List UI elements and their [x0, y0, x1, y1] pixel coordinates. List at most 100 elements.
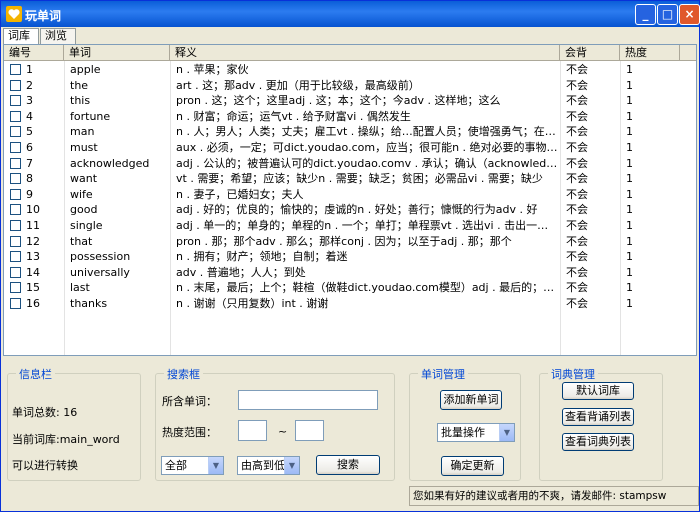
- row-checkbox[interactable]: [10, 64, 21, 75]
- cell-known: 不会: [566, 156, 588, 170]
- row-checkbox[interactable]: [10, 173, 21, 185]
- cell-word: fortune: [70, 109, 111, 123]
- table-row[interactable]: 16 thanks n . 谢谢（只用复数）int . 谢谢 不会 1: [4, 296, 696, 312]
- table-row[interactable]: 9 wife n . 妻子，已婚妇女；夫人 不会 1: [4, 187, 696, 203]
- range-tilde: ~: [278, 425, 288, 438]
- cell-known: 不会: [566, 172, 588, 186]
- tab-wordbank[interactable]: 词库: [3, 28, 39, 45]
- cell-known: 不会: [566, 125, 588, 139]
- title-bar[interactable]: 玩单词 _ □ ×: [1, 1, 700, 27]
- cell-meaning: n . 财富；命运；运气vt . 给予财富vi . 偶然发生: [176, 109, 411, 123]
- confirm-update-button[interactable]: 确定更新: [441, 456, 504, 476]
- info-panel-title: 信息栏: [16, 366, 55, 382]
- status-bar: 您如果有好的建议或者用的不爽，请发邮件: stampsw: [409, 486, 699, 506]
- heat-range-label: 热度范围：: [162, 426, 217, 439]
- maximize-button[interactable]: □: [657, 4, 678, 25]
- minimize-button[interactable]: _: [635, 4, 656, 25]
- table-row[interactable]: 6 must aux . 必须，一定；可dict.youdao.com，应当；很可能…: [4, 140, 696, 156]
- row-checkbox[interactable]: [10, 110, 21, 122]
- row-checkbox[interactable]: [10, 157, 21, 169]
- batch-operation-value: 批量操作: [441, 426, 485, 439]
- cell-meaning: pron . 这；这个；这里adj . 这；本；这个；今adv . 这样地；这么: [176, 94, 501, 108]
- cell-word: last: [70, 281, 90, 295]
- dict-manage-panel-title: 词典管理: [548, 366, 598, 382]
- table-row[interactable]: 3 this pron . 这；这个；这里adj . 这；本；这个；今adv . 这…: [4, 93, 696, 109]
- cell-id: 6: [26, 141, 33, 154]
- word-table[interactable]: 编号 单词 释义 会背 热度 1 apple n . 苹果；家伙 不会 1 2 the art…: [3, 44, 697, 356]
- cell-known: 不会: [566, 94, 588, 108]
- cell-id: 2: [26, 78, 33, 92]
- order-select[interactable]: 由高到低 ▼: [237, 456, 300, 475]
- header-id[interactable]: 编号: [4, 45, 64, 61]
- search-button[interactable]: 搜索: [316, 455, 380, 475]
- header-meaning[interactable]: 释义: [170, 45, 560, 61]
- table-row[interactable]: 7 acknowledged adj . 公认的；被普遍认可的dict.youdao…: [4, 156, 696, 172]
- row-checkbox[interactable]: [10, 235, 21, 247]
- cell-meaning: n . 妻子，已婚妇女；夫人: [176, 187, 304, 201]
- row-checkbox[interactable]: [10, 188, 21, 200]
- app-window: 玩单词 _ □ × 词库 浏览 编号 单词 释义 会背 热度 1 apple n .…: [0, 0, 700, 512]
- word-filter-input[interactable]: [238, 390, 378, 410]
- table-row[interactable]: 1 apple n . 苹果；家伙 不会 1: [4, 62, 696, 78]
- header-heat[interactable]: 热度: [620, 45, 680, 61]
- batch-operation-select[interactable]: 批量操作 ▼: [437, 423, 515, 442]
- table-row[interactable]: 14 universally adv . 普遍地；人人；到处 不会 1: [4, 265, 696, 281]
- table-row[interactable]: 2 the art . 这；那adv . 更加（用于比较级，最高级前） 不会 1: [4, 78, 696, 94]
- default-wordbank-button[interactable]: 默认词库: [562, 382, 634, 400]
- chevron-down-icon[interactable]: ▼: [208, 457, 223, 474]
- table-row[interactable]: 8 want vt . 需要；希望；应该；缺少n . 需要；缺乏；贫困；必需品vi …: [4, 171, 696, 187]
- table-row[interactable]: 13 possession n . 拥有；财产；领地；自制；着迷 不会 1: [4, 249, 696, 265]
- header-word[interactable]: 单词: [64, 45, 170, 61]
- cell-meaning: adv . 普遍地；人人；到处: [176, 265, 306, 279]
- row-checkbox[interactable]: [10, 298, 21, 309]
- row-checkbox[interactable]: [10, 126, 21, 138]
- cell-heat: 1: [626, 78, 633, 92]
- filter-select[interactable]: 全部 ▼: [161, 456, 224, 475]
- table-row[interactable]: 12 that pron . 那；那个adv . 那么；那样conj . 因为；以至…: [4, 234, 696, 250]
- add-word-button[interactable]: 添加新单词: [440, 390, 502, 410]
- heat-to-input[interactable]: [295, 420, 324, 441]
- cell-known: 不会: [566, 141, 588, 154]
- cell-heat: 1: [626, 109, 633, 123]
- cell-meaning: adj . 单一的；单身的；单程的n . 一个；单打；单程票vt . 选出vi …: [176, 219, 558, 232]
- cell-heat: 1: [626, 94, 633, 108]
- filter-select-value: 全部: [165, 459, 187, 472]
- chevron-down-icon[interactable]: ▼: [284, 457, 299, 474]
- view-dict-list-button[interactable]: 查看词典列表: [562, 433, 634, 451]
- cell-word: that: [70, 234, 93, 248]
- row-checkbox[interactable]: [10, 220, 21, 231]
- table-row[interactable]: 15 last n . 末尾，最后；上个；鞋楦（做鞋dict.youdao.com模…: [4, 280, 696, 296]
- chevron-down-icon[interactable]: ▼: [499, 424, 514, 441]
- table-row[interactable]: 10 good adj . 好的；优良的；愉快的；虔诚的n . 好处；善行；慷慨的行…: [4, 202, 696, 218]
- order-select-value: 由高到低: [241, 459, 285, 472]
- table-row[interactable]: 4 fortune n . 财富；命运；运气vt . 给予财富vi . 偶然发生 不会…: [4, 109, 696, 125]
- cell-meaning: adj . 好的；优良的；愉快的；虔诚的n . 好处；善行；慷慨的行为adv .…: [176, 203, 538, 217]
- tab-browse[interactable]: 浏览: [40, 28, 76, 44]
- cell-meaning: n . 谢谢（只用复数）int . 谢谢: [176, 297, 329, 310]
- word-total-text: 单词总数: 16: [12, 406, 78, 419]
- header-known[interactable]: 会背: [560, 45, 620, 61]
- cell-meaning: n . 拥有；财产；领地；自制；着迷: [176, 250, 348, 264]
- view-recite-list-button[interactable]: 查看背诵列表: [562, 408, 634, 426]
- cell-word: possession: [70, 250, 131, 264]
- cell-word: this: [70, 94, 91, 108]
- cell-known: 不会: [566, 78, 588, 92]
- row-checkbox[interactable]: [10, 204, 21, 216]
- cell-meaning: aux . 必须，一定；可dict.youdao.com，应当；很可能n . 绝…: [176, 141, 558, 154]
- current-wordbank-text: 当前词库:main_word: [12, 433, 120, 446]
- table-row[interactable]: 11 single adj . 单一的；单身的；单程的n . 一个；单打；单程票vt…: [4, 218, 696, 234]
- row-checkbox[interactable]: [10, 95, 21, 107]
- cell-word: must: [70, 141, 98, 154]
- row-checkbox[interactable]: [10, 79, 21, 91]
- table-header: 编号 单词 释义 会背 热度: [4, 45, 696, 61]
- word-filter-label: 所含单词：: [162, 395, 217, 408]
- row-checkbox[interactable]: [10, 266, 21, 278]
- heat-from-input[interactable]: [238, 420, 267, 441]
- row-checkbox[interactable]: [10, 251, 21, 263]
- word-manage-panel: 单词管理 添加新单词 批量操作 ▼ 确定更新: [409, 366, 521, 481]
- row-checkbox[interactable]: [10, 282, 21, 294]
- table-row[interactable]: 5 man n . 人；男人；人类；丈夫；雇工vt . 操纵；给…配置人员；使增强勇…: [4, 124, 696, 140]
- close-button[interactable]: ×: [679, 4, 700, 25]
- row-checkbox[interactable]: [10, 142, 21, 153]
- cell-heat: 1: [626, 234, 633, 248]
